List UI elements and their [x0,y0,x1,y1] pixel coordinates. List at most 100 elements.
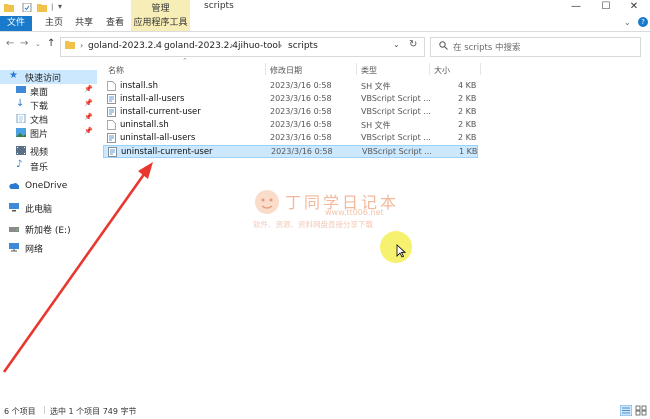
watermark-url: www.tt006.net [325,208,384,217]
sort-arrow-icon: ⌃ [182,57,188,65]
file-name: uninstall.sh [120,120,169,130]
sidebar-item-label: 桌面 [30,88,49,98]
folder-icon [4,4,14,12]
sidebar-item-pictures[interactable]: 图片 📌 [0,126,97,140]
column-header-type[interactable]: 类型 [361,65,377,76]
qa-sep: | [51,3,54,11]
status-item-count: 6 个项目 [4,407,36,416]
search-placeholder: 在 scripts 中搜索 [453,43,521,53]
breadcrumb-item[interactable]: jihuo-tool [238,41,280,51]
column-divider[interactable] [480,63,481,75]
breadcrumb-item[interactable]: scripts [288,41,318,51]
file-size: 2 KB [458,133,477,142]
close-icon[interactable]: ✕ [620,0,648,16]
breadcrumb-item[interactable]: goland-2023.2.4 [164,41,238,51]
file-icon [107,81,116,91]
file-size: 2 KB [458,94,477,103]
context-tab-title: 管理 [151,4,170,14]
help-icon[interactable]: ? [638,17,648,27]
minimize-icon[interactable]: — [562,0,590,16]
pin-icon[interactable]: 📌 [84,113,93,121]
forward-icon[interactable]: → [20,38,28,49]
file-row[interactable]: uninstall-all-users 2023/3/16 0:58 VBScr… [103,132,478,145]
breadcrumb-item[interactable]: goland-2023.2.4 [88,41,162,51]
details-view-icon[interactable] [620,405,632,416]
title-bar [0,0,650,16]
maximize-icon[interactable]: ☐ [592,0,620,16]
watermark-logo [255,190,279,214]
properties-icon[interactable] [22,3,32,12]
address-dropdown-icon[interactable]: ⌄ [393,40,400,49]
column-divider[interactable] [356,63,357,75]
breadcrumb-separator[interactable]: › [230,41,233,50]
column-header-size[interactable]: 大小 [434,65,450,76]
refresh-icon[interactable]: ↻ [409,39,417,50]
file-type: VBScript Script ... [361,107,431,116]
file-size: 2 KB [458,107,477,116]
column-divider[interactable] [265,63,266,75]
cursor-icon [396,244,406,258]
file-size: 4 KB [458,81,477,90]
tab-home[interactable]: 主页 [40,16,68,31]
watermark-subtitle: 软件、资源、资料网盘直接分享下载 [253,220,373,229]
search-icon [439,41,448,50]
pin-icon[interactable]: 📌 [84,85,93,93]
file-icon [107,120,116,130]
expand-ribbon-icon[interactable]: ⌄ [624,18,631,27]
column-header-date[interactable]: 修改日期 [270,65,302,76]
desktop-icon [16,86,26,93]
ribbon-tabs: 文件 主页 共享 查看 应用程序工具 ⌄ ? [0,16,650,32]
folder-icon [65,41,75,49]
window-title: scripts [204,1,234,11]
file-type: SH 文件 [361,82,391,91]
file-size: 2 KB [458,120,477,129]
back-icon[interactable]: ← [6,38,14,49]
sidebar-item-downloads[interactable]: ↓ 下载 📌 [0,98,97,112]
breadcrumb-separator[interactable]: › [80,41,83,50]
file-name: install-current-user [120,107,201,117]
large-icons-view-icon[interactable] [635,405,647,416]
sidebar-item-label: 图片 [30,130,49,140]
file-size: 1 KB [459,147,478,156]
file-type: SH 文件 [361,121,391,130]
sidebar-item-label: 快速访问 [25,74,62,84]
new-folder-icon[interactable] [37,3,47,12]
file-date: 2023/3/16 0:58 [271,147,333,156]
recent-locations-icon[interactable]: ⌄ [35,40,41,48]
documents-icon [16,114,26,123]
file-date: 2023/3/16 0:58 [270,120,332,129]
file-type: VBScript Script ... [361,94,431,103]
file-date: 2023/3/16 0:58 [270,107,332,116]
column-divider[interactable] [429,63,430,75]
annotation-arrow [2,162,153,373]
status-selection: 选中 1 个项目 749 字节 [50,407,137,416]
up-icon[interactable]: ↑ [47,38,55,49]
file-type: VBScript Script ... [361,133,431,142]
file-row[interactable]: install-all-users 2023/3/16 0:58 VBScrip… [103,93,478,106]
file-row[interactable]: uninstall.sh 2023/3/16 0:58 SH 文件 2 KB [103,119,478,132]
file-row[interactable]: install.sh 2023/3/16 0:58 SH 文件 4 KB [103,80,478,93]
file-name: install-all-users [120,94,185,104]
column-header-name[interactable]: 名称 [108,65,124,76]
tab-view[interactable]: 查看 [101,16,129,31]
download-icon: ↓ [16,98,25,109]
tab-file[interactable]: 文件 [0,16,32,31]
breadcrumb-separator[interactable]: › [279,41,282,50]
sidebar-item-desktop[interactable]: 桌面 📌 [0,84,97,98]
sidebar-item-label: 文档 [30,116,49,126]
file-row[interactable]: install-current-user 2023/3/16 0:58 VBSc… [103,106,478,119]
pin-icon[interactable]: 📌 [84,127,93,135]
sidebar-item-label: 下载 [30,102,49,112]
file-date: 2023/3/16 0:58 [270,94,332,103]
status-divider: | [43,405,46,414]
file-date: 2023/3/16 0:58 [270,81,332,90]
script-icon [107,94,116,104]
pin-icon[interactable]: 📌 [84,99,93,107]
tab-share[interactable]: 共享 [70,16,98,31]
sidebar-item-documents[interactable]: 文档 📌 [0,112,97,126]
breadcrumb-separator[interactable]: › [155,41,158,50]
pictures-icon [16,128,26,137]
tab-application-tools[interactable]: 应用程序工具 [131,16,190,31]
sidebar-item-quick-access[interactable]: ★ 快速访问 [0,70,97,84]
customize-toolbar-icon[interactable]: ▾ [58,2,62,11]
